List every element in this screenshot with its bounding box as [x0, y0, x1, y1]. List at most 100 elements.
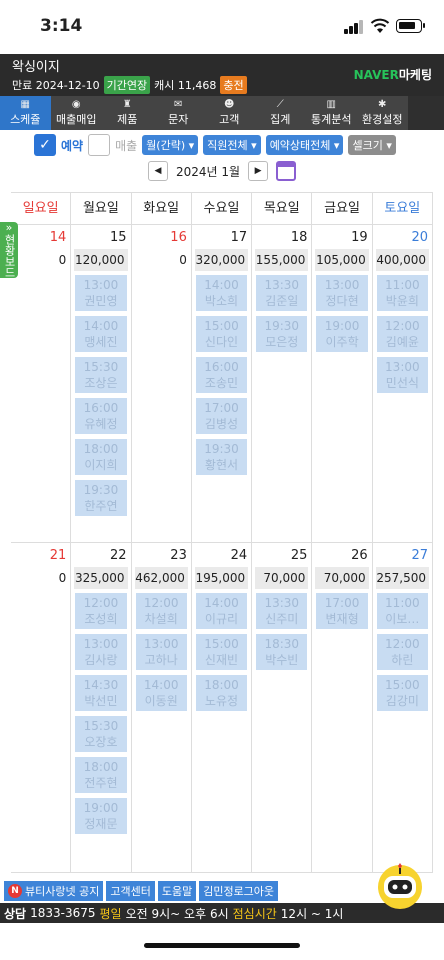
menu-summary[interactable]: ⟋ 집계	[255, 96, 306, 130]
appointment-block[interactable]: 13:00 고하나	[135, 634, 187, 670]
prev-month-button[interactable]: ◀	[147, 161, 168, 181]
appointment-block[interactable]: 19:30 모은정	[256, 316, 308, 352]
day-number: 14	[49, 230, 67, 245]
appointment-block[interactable]: 13:00 김사랑	[75, 634, 127, 670]
menu-label: 스케쥴	[10, 113, 41, 126]
appointment-block[interactable]: 14:30 박선민	[75, 675, 127, 711]
day-cell[interactable]: 23 462,000 12:00 차설희 13:00 고하나 14:00 이동원	[132, 543, 192, 872]
weekday-sat: 토요일	[373, 193, 433, 225]
day-cell[interactable]: 21 0	[11, 543, 72, 872]
menu-schedule[interactable]: ▦ 스케쥴	[0, 96, 51, 130]
reservation-label: 예약	[61, 138, 84, 153]
appointment-customer: 권민영	[84, 294, 118, 308]
appointment-block[interactable]: 15:00 김강미	[376, 675, 428, 711]
support-link[interactable]: 고객센터	[106, 881, 155, 901]
status-board-tab[interactable]: » 현황보드	[0, 222, 18, 278]
appointment-block[interactable]: 13:30 신주미	[256, 593, 308, 629]
extend-button[interactable]: 기간연장	[103, 76, 151, 94]
appointment-block[interactable]: 14:00 맹세진	[75, 316, 127, 352]
appointment-block[interactable]: 12:00 하린	[376, 634, 428, 670]
day-cell[interactable]: 15 120,000 13:00 권민영 14:00 맹세진 15:30 조상은 16:00 유혜…	[71, 225, 132, 542]
day-cell[interactable]: 24 195,000 14:00 이규리 15:00 신재빈 18:00 노유정	[192, 543, 253, 872]
calendar-grid: 일요일 월요일 화요일 수요일 목요일 금요일 토요일 14 0 15 120,000…	[11, 192, 433, 877]
day-cell[interactable]: 18 155,000 13:30 김준일 19:30 모은정	[252, 225, 313, 542]
menu-settings[interactable]: ✱ 환경설정	[357, 96, 408, 130]
filter-bar: ✓ 예약 매출 월(간략) ▾ 직원전체 ▾ 예약상태전체 ▾ 셀크기 ▾	[0, 132, 444, 158]
cell-size-select[interactable]: 셀크기 ▾	[348, 135, 396, 155]
appointment-block[interactable]: 17:00 변재형	[316, 593, 368, 629]
logout-link[interactable]: 김민정로그아웃	[199, 881, 279, 901]
appointment-block[interactable]: 17:00 김병성	[195, 398, 248, 434]
current-month: 2024년 1월	[175, 164, 241, 179]
lunch-hours: 12시 ~ 1시	[280, 906, 344, 921]
help-link[interactable]: 도움말	[157, 881, 197, 901]
notice-link[interactable]: N 뷰티사랑넷 공지	[4, 881, 104, 901]
appointment-block[interactable]: 19:00 이주학	[316, 316, 368, 352]
appointment-block[interactable]: 19:00 정재문	[75, 798, 127, 834]
appointment-block[interactable]: 14:00 이동원	[135, 675, 187, 711]
appointment-block[interactable]: 15:00 신재빈	[195, 634, 248, 670]
appointment-block[interactable]: 18:00 노유정	[195, 675, 248, 711]
day-cell[interactable]: 16 0	[132, 225, 192, 542]
reservation-checkbox[interactable]: ✓	[34, 134, 56, 156]
staff-select[interactable]: 직원전체 ▾	[203, 135, 261, 155]
appointment-block[interactable]: 15:30 오장호	[75, 716, 127, 752]
day-cell[interactable]: 26 70,000 17:00 변재형	[312, 543, 373, 872]
appointment-block[interactable]: 15:30 조상은	[75, 357, 127, 393]
appointment-block[interactable]: 12:00 조성희	[75, 593, 127, 629]
menu-sales[interactable]: ◉ 매출매입	[51, 96, 102, 130]
day-cell[interactable]: 17 320,000 14:00 박소희 15:00 신다인 16:00 조송민 17:00 김병…	[192, 225, 253, 542]
day-number: 27	[411, 548, 428, 563]
appointment-block[interactable]: 16:00 유혜정	[75, 398, 127, 434]
day-cell[interactable]: 27 257,500 11:00 이보… 12:00 하린 15:00 김강미	[373, 543, 433, 872]
appointment-block[interactable]: 16:00 조송민	[195, 357, 248, 393]
appointment-block[interactable]: 19:30 황현서	[195, 439, 248, 475]
naver-marketing-logo[interactable]: NAVER마케팅	[354, 66, 432, 83]
day-sales-amount: 70,000	[315, 567, 369, 589]
appointment-block[interactable]: 19:30 한주연	[75, 480, 127, 516]
appointment-block[interactable]: 18:00 전주현	[75, 757, 127, 793]
appointment-block[interactable]: 18:30 박수빈	[256, 634, 308, 670]
calendar-week: 21 0 22 325,000 12:00 조성희 13:00 김사랑 14:30 박선민 15:3…	[11, 543, 433, 873]
calendar-picker-icon[interactable]	[276, 161, 297, 181]
appointment-time: 16:00	[204, 360, 239, 374]
appointment-block[interactable]: 12:00 차설희	[135, 593, 187, 629]
appointment-block[interactable]: 11:00 이보…	[376, 593, 428, 629]
charge-button[interactable]: 충전	[220, 76, 247, 94]
appointment-block[interactable]: 18:00 이지희	[75, 439, 127, 475]
consult-phone: 1833-3675	[30, 906, 96, 920]
day-cell[interactable]: 14 0	[11, 225, 72, 542]
day-cell[interactable]: 25 70,000 13:30 신주미 18:30 박수빈	[252, 543, 313, 872]
appointment-block[interactable]: 14:00 이규리	[195, 593, 248, 629]
next-month-button[interactable]: ▶	[248, 161, 269, 181]
appointment-block[interactable]: 15:00 신다인	[195, 316, 248, 352]
appointment-block[interactable]: 13:00 정다현	[316, 275, 368, 311]
appointment-block[interactable]: 13:30 김준일	[256, 275, 308, 311]
appointment-time: 17:00	[204, 401, 239, 415]
appointment-customer: 정재문	[84, 817, 118, 831]
appointment-block[interactable]: 13:00 권민영	[75, 275, 127, 311]
sales-checkbox[interactable]	[88, 134, 111, 156]
appointment-customer: 황현서	[204, 458, 239, 472]
appointment-time: 14:00	[204, 596, 239, 610]
status-select[interactable]: 예약상태전체 ▾	[265, 135, 344, 155]
day-cell[interactable]: 20 400,000 11:00 박윤희 12:00 김예윤 13:00 민선식	[373, 225, 433, 542]
menu-sms[interactable]: ✉ 문자	[153, 96, 204, 130]
menu-statistics[interactable]: ▥ 통계분석	[306, 96, 357, 130]
day-number: 26	[351, 548, 368, 563]
appointment-block[interactable]: 14:00 박소희	[195, 275, 248, 311]
appointment-time: 13:30	[264, 278, 300, 292]
day-cell[interactable]: 22 325,000 12:00 조성희 13:00 김사랑 14:30 박선민 15:30 오장…	[71, 543, 132, 872]
appointment-block[interactable]: 11:00 박윤희	[376, 275, 428, 311]
view-mode-select[interactable]: 월(간략) ▾	[142, 135, 199, 155]
appointment-time: 16:00	[83, 401, 119, 415]
appointment-customer: 박소희	[204, 294, 239, 308]
menu-customers[interactable]: ☻ 고객	[204, 96, 255, 130]
day-cell[interactable]: 19 105,000 13:00 정다현 19:00 이주학	[312, 225, 373, 542]
appointment-time: 18:00	[83, 442, 119, 456]
appointment-block[interactable]: 12:00 김예윤	[376, 316, 428, 352]
appointment-block[interactable]: 13:00 민선식	[376, 357, 428, 393]
menu-products[interactable]: ♜ 제품	[102, 96, 153, 130]
chatbot-icon[interactable]	[374, 862, 426, 910]
appointment-time: 19:30	[264, 319, 300, 333]
